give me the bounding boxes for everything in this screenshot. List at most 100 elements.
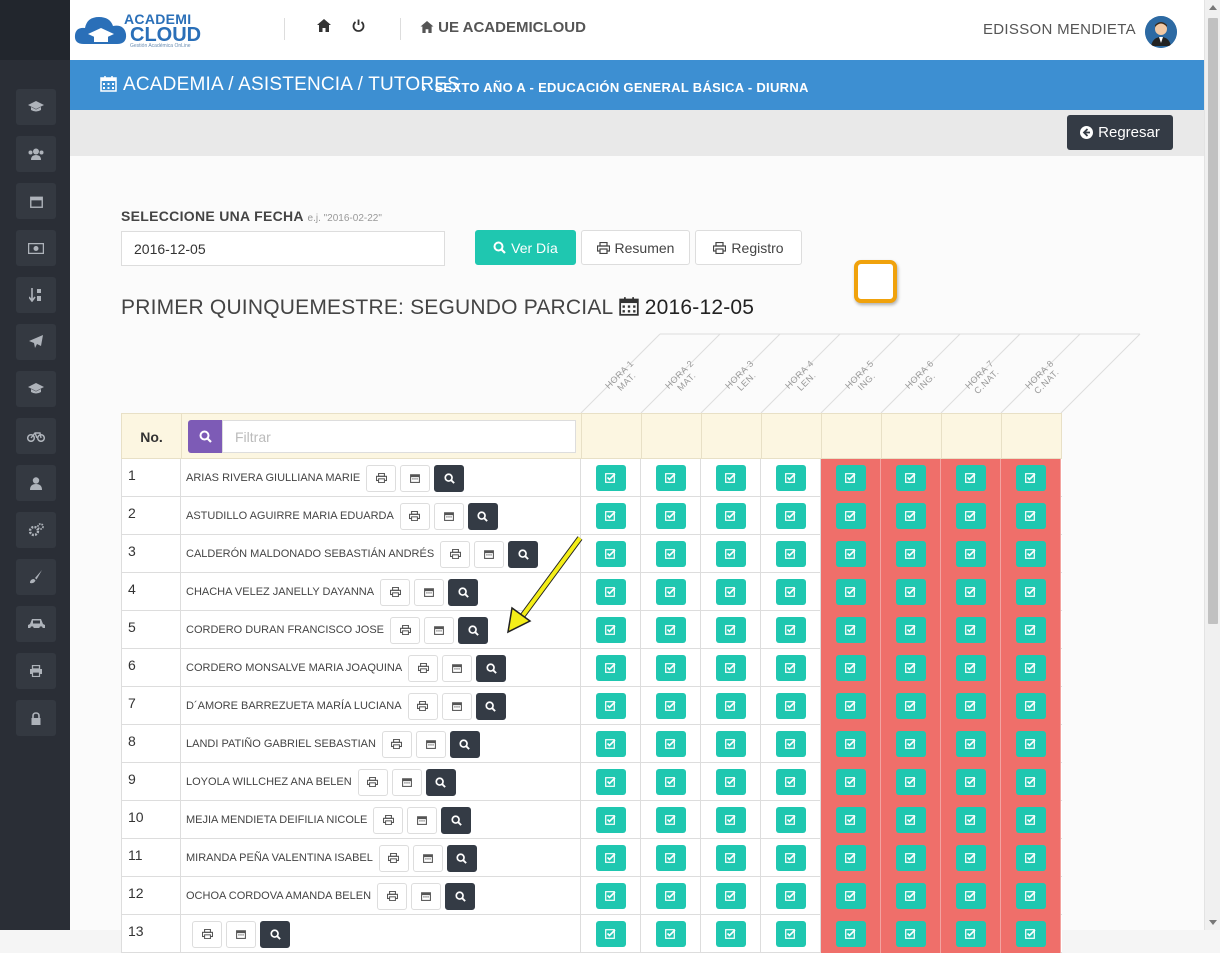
sidebar-item-calendar[interactable] — [16, 183, 56, 219]
resumen-button[interactable]: Resumen — [581, 230, 690, 265]
search-student-button[interactable] — [449, 730, 480, 758]
sidebar-item-paper-plane[interactable] — [16, 324, 56, 360]
attendance-check-button[interactable] — [835, 883, 866, 909]
attendance-check-button[interactable] — [955, 807, 986, 833]
attendance-check-button[interactable] — [655, 883, 686, 909]
attendance-check-button[interactable] — [775, 731, 806, 757]
attendance-check-button[interactable] — [655, 503, 686, 529]
attendance-check-button[interactable] — [835, 579, 866, 605]
attendance-check-button[interactable] — [895, 883, 926, 909]
attendance-check-button[interactable] — [895, 769, 926, 795]
calendar-student-button[interactable] — [412, 844, 443, 872]
filter-search-button[interactable] — [188, 420, 222, 453]
attendance-check-button[interactable] — [655, 617, 686, 643]
attendance-check-button[interactable] — [595, 693, 626, 719]
calendar-student-button[interactable] — [433, 502, 464, 530]
attendance-check-button[interactable] — [835, 731, 866, 757]
attendance-check-button[interactable] — [715, 769, 746, 795]
print-student-button[interactable] — [390, 616, 421, 644]
scroll-thumb[interactable] — [1208, 18, 1218, 624]
attendance-check-button[interactable] — [595, 921, 626, 947]
print-student-button[interactable] — [377, 882, 408, 910]
sidebar-item-users[interactable] — [16, 136, 56, 172]
attendance-check-button[interactable] — [595, 617, 626, 643]
attendance-check-button[interactable] — [595, 503, 626, 529]
attendance-check-button[interactable] — [955, 883, 986, 909]
attendance-check-button[interactable] — [835, 465, 866, 491]
attendance-check-button[interactable] — [1015, 769, 1046, 795]
avatar[interactable] — [1145, 16, 1177, 48]
breadcrumb-path[interactable]: ACADEMIA / ASISTENCIA / TUTORES — [123, 74, 460, 96]
attendance-check-button[interactable] — [775, 579, 806, 605]
attendance-check-button[interactable] — [895, 693, 926, 719]
attendance-check-button[interactable] — [775, 541, 806, 567]
sidebar-item-bicycle[interactable] — [16, 418, 56, 454]
attendance-check-button[interactable] — [895, 503, 926, 529]
attendance-check-button[interactable] — [775, 503, 806, 529]
calendar-student-button[interactable] — [391, 768, 422, 796]
attendance-check-button[interactable] — [595, 465, 626, 491]
user-name[interactable]: EDISSON MENDIETA — [983, 21, 1136, 38]
sidebar-item-car[interactable] — [16, 606, 56, 642]
print-student-button[interactable] — [399, 502, 430, 530]
attendance-check-button[interactable] — [655, 465, 686, 491]
attendance-check-button[interactable] — [655, 541, 686, 567]
attendance-check-button[interactable] — [655, 731, 686, 757]
date-input[interactable] — [121, 231, 445, 266]
attendance-check-button[interactable] — [775, 883, 806, 909]
calendar-student-button[interactable] — [407, 806, 438, 834]
search-student-button[interactable] — [475, 692, 506, 720]
print-student-button[interactable] — [440, 540, 471, 568]
attendance-check-button[interactable] — [595, 845, 626, 871]
search-student-button[interactable] — [448, 578, 479, 606]
attendance-check-button[interactable] — [835, 845, 866, 871]
search-student-button[interactable] — [425, 768, 456, 796]
attendance-check-button[interactable] — [775, 769, 806, 795]
sidebar-item-graduation-cap[interactable] — [16, 371, 56, 407]
attendance-check-button[interactable] — [595, 655, 626, 681]
sidebar-item-print[interactable] — [16, 653, 56, 689]
attendance-check-button[interactable] — [1015, 503, 1046, 529]
print-student-button[interactable] — [357, 768, 388, 796]
print-student-button[interactable] — [407, 692, 438, 720]
print-student-button[interactable] — [408, 654, 439, 682]
attendance-check-button[interactable] — [955, 541, 986, 567]
attendance-check-button[interactable] — [655, 579, 686, 605]
attendance-check-button[interactable] — [955, 503, 986, 529]
attendance-check-button[interactable] — [715, 845, 746, 871]
attendance-check-button[interactable] — [895, 541, 926, 567]
attendance-check-button[interactable] — [1015, 845, 1046, 871]
attendance-check-button[interactable] — [1015, 921, 1046, 947]
attendance-check-button[interactable] — [715, 655, 746, 681]
attendance-check-button[interactable] — [655, 693, 686, 719]
calendar-student-button[interactable] — [474, 540, 505, 568]
scroll-down-arrow[interactable] — [1209, 920, 1217, 925]
attendance-check-button[interactable] — [775, 693, 806, 719]
calendar-student-button[interactable] — [414, 578, 445, 606]
sidebar-item-money[interactable] — [16, 230, 56, 266]
sidebar-item-user[interactable] — [16, 465, 56, 501]
attendance-check-button[interactable] — [655, 769, 686, 795]
attendance-check-button[interactable] — [775, 807, 806, 833]
attendance-check-button[interactable] — [955, 693, 986, 719]
print-student-button[interactable] — [378, 844, 409, 872]
print-student-button[interactable] — [373, 806, 404, 834]
attendance-check-button[interactable] — [715, 503, 746, 529]
attendance-check-button[interactable] — [955, 921, 986, 947]
print-student-button[interactable] — [366, 464, 397, 492]
calendar-student-button[interactable] — [400, 464, 431, 492]
attendance-check-button[interactable] — [835, 617, 866, 643]
print-student-button[interactable] — [380, 578, 411, 606]
attendance-check-button[interactable] — [1015, 541, 1046, 567]
attendance-check-button[interactable] — [655, 921, 686, 947]
attendance-check-button[interactable] — [955, 731, 986, 757]
attendance-check-button[interactable] — [835, 807, 866, 833]
attendance-check-button[interactable] — [835, 921, 866, 947]
print-student-button[interactable] — [381, 730, 412, 758]
school-brand[interactable]: UE ACADEMICLOUD — [420, 19, 586, 36]
attendance-check-button[interactable] — [775, 655, 806, 681]
attendance-check-button[interactable] — [775, 845, 806, 871]
attendance-check-button[interactable] — [1015, 807, 1046, 833]
attendance-check-button[interactable] — [595, 769, 626, 795]
attendance-check-button[interactable] — [955, 655, 986, 681]
